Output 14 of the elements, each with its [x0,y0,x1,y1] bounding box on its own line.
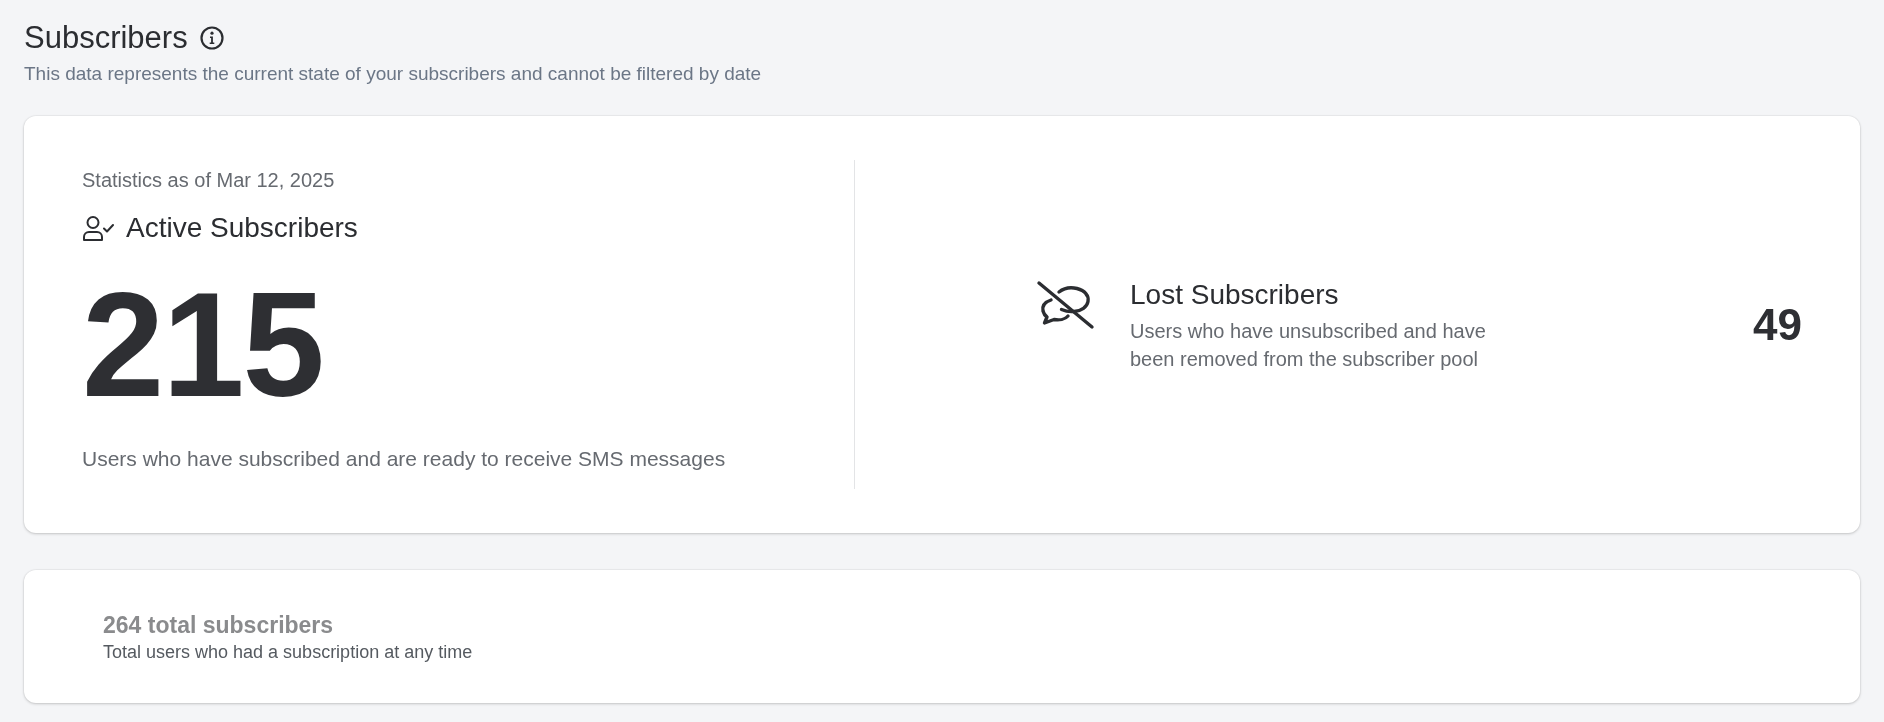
active-subscribers-title: Active Subscribers [126,211,358,245]
active-subscribers-description: Users who have subscribed and are ready to receive SMS messages [82,446,727,472]
active-subscribers-count: 215 [82,270,323,420]
statistics-date: Statistics as of Mar 12, 2025 [82,168,336,193]
page-title: Subscribers [24,19,188,57]
total-subscribers-description: Total users who had a subscription at any time [103,640,474,664]
lost-subscribers-count: 49 [1753,298,1802,351]
user-check-icon [82,215,114,241]
page-subtitle: This data represents the current state of your subscribers and cannot be filtered by date [24,62,763,86]
total-subscribers-title: 264 total subscribers [103,610,335,640]
chat-off-icon [1035,279,1095,330]
info-icon[interactable] [199,26,224,50]
lost-subscribers-title: Lost Subscribers [1130,277,1340,312]
lost-subscribers-description: Users who have unsubscribed and have been removed from the subscriber pool [1130,318,1487,372]
